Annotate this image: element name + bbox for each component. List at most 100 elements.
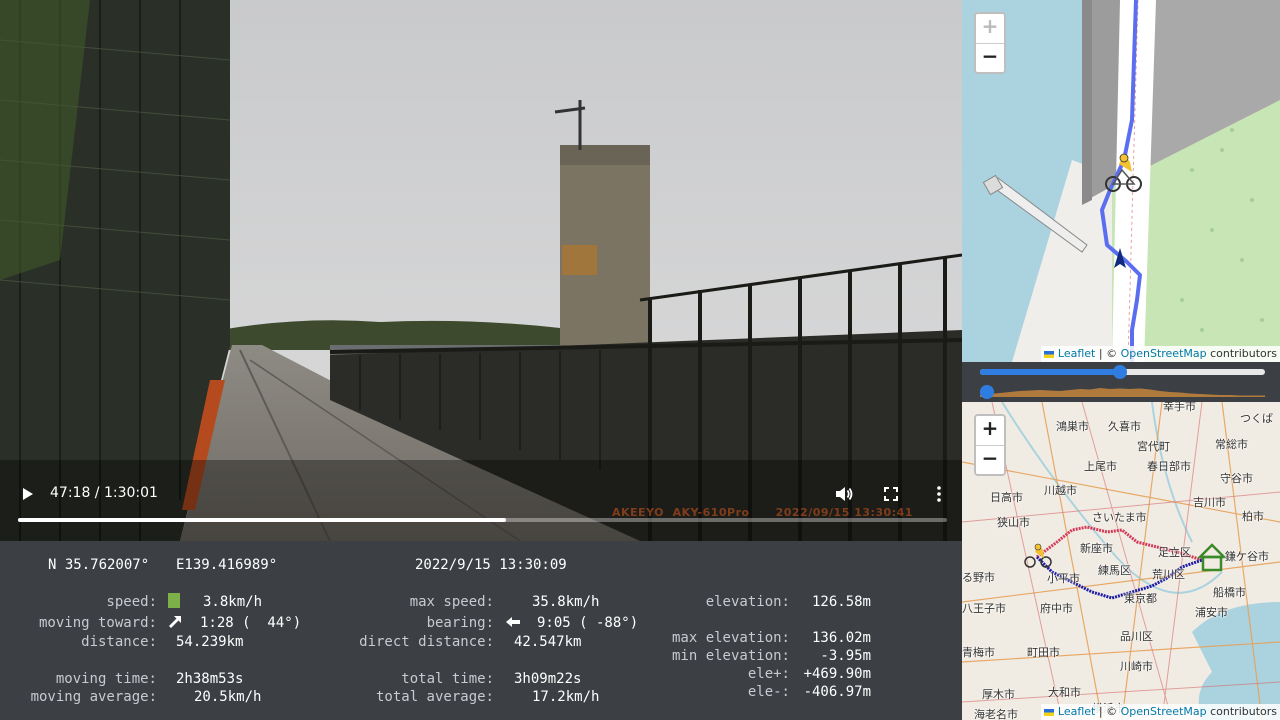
city-label: 久喜市 [1108,420,1141,433]
fullscreen-icon [884,487,898,501]
ukraine-flag-icon [1044,708,1055,716]
ele-plus-label: ele+: [747,666,790,682]
attribution-separator: | © [1095,347,1121,360]
fullscreen-button[interactable] [882,485,900,503]
city-label: 荒川区 [1152,568,1185,581]
city-label: 八王子市 [962,602,1006,615]
city-label: る野市 [962,571,995,584]
city-label: 狭山市 [997,516,1030,529]
city-label: 町田市 [1027,646,1060,659]
moving-toward-label: moving toward: [38,615,157,631]
city-label: 新座市 [1080,542,1113,555]
city-label: 春日部市 [1147,460,1191,473]
moving-time-label: moving time: [55,671,157,687]
video-player[interactable]: AKEEYO AKY-610Pro 2022/09/15 13:30:41 47… [0,0,962,541]
bearing-value: 9:05 ( -88°) [537,615,639,631]
attribution-suffix: contributors [1206,347,1277,360]
latitude: N 35.762007° [48,557,150,573]
arrow-west-icon [506,617,520,627]
datetime: 2022/9/15 13:30:09 [415,557,567,573]
city-label: 鴻巣市 [1056,420,1089,433]
moving-average-value: 20.5km/h [194,689,262,705]
elevation-profile[interactable] [980,387,1265,397]
distance-value: 54.239km [176,634,244,650]
speed-indicator [168,593,180,608]
ele-minus-value: -406.97m [803,684,871,700]
city-label: 川越市 [1044,484,1077,497]
video-progress-fill [18,518,506,522]
leaflet-link[interactable]: Leaflet [1058,347,1095,360]
city-label: 青梅市 [962,646,995,659]
max-speed-label: max speed: [409,594,494,610]
ele-minus-label: ele-: [747,684,790,700]
distance-label: distance: [81,634,157,650]
bearing-label: bearing: [426,615,494,631]
city-label: 吉川市 [1193,496,1226,509]
city-label: 川崎市 [1120,660,1153,673]
more-options-button[interactable] [930,484,948,504]
attribution-separator: | © [1095,705,1121,718]
max-elevation-value: 136.02m [811,630,871,646]
city-label: 日高市 [990,491,1023,504]
city-label: 品川区 [1120,630,1153,643]
detail-map[interactable]: + − Leaflet | © OpenStreetMap contributo… [962,0,1280,362]
total-average-value: 17.2km/h [532,689,600,705]
time-display: 47:18 / 1:30:01 [50,485,158,501]
osm-link[interactable]: OpenStreetMap [1121,347,1207,360]
city-label: 幸手市 [1163,402,1196,413]
min-elevation-value: -3.95m [820,648,871,664]
leaflet-link[interactable]: Leaflet [1058,705,1095,718]
elevation-value: 126.58m [811,594,871,610]
detail-map-tiles [962,0,1280,362]
longitude: E139.416989° [176,557,278,573]
city-label: 厚木市 [982,688,1015,701]
overview-map-attribution: Leaflet | © OpenStreetMap contributors [1041,704,1280,720]
max-speed-value: 35.8km/h [532,594,600,610]
city-label: 浦安市 [1195,606,1228,619]
city-label: 海老名市 [974,708,1018,720]
city-label: 府中市 [1040,602,1073,615]
city-label: 東京都 [1124,592,1157,605]
ukraine-flag-icon [1044,350,1055,358]
arrow-northeast-icon [169,616,181,628]
moving-average-label: moving average: [30,689,157,705]
overview-map[interactable]: 鴻巣市 久喜市 幸手市 つくば 宮代町 常総市 上尾市 春日部市 守谷市 日高市… [962,402,1280,720]
min-elevation-label: min elevation: [671,648,790,664]
total-average-label: total average: [375,689,494,705]
speed-label: speed: [106,594,157,610]
city-label: 足立区 [1158,546,1191,559]
volume-button[interactable] [834,484,854,504]
city-label: 宮代町 [1137,440,1170,453]
overview-zoom-control: + − [974,414,1006,476]
elevation-thumb[interactable] [980,385,994,399]
city-label: 守谷市 [1220,472,1253,485]
osm-link[interactable]: OpenStreetMap [1121,705,1207,718]
detail-zoom-control: + − [974,12,1006,74]
city-label: 練馬区 [1098,564,1131,577]
play-button[interactable] [18,483,38,505]
video-frame [0,0,962,541]
overview-zoom-in-button[interactable]: + [976,416,1004,445]
play-icon [23,488,33,500]
overview-zoom-out-button[interactable]: − [976,445,1004,474]
attribution-suffix: contributors [1206,705,1277,718]
moving-toward-value: 1:28 ( 44°) [200,615,302,631]
volume-icon [836,487,853,501]
city-label: 常総市 [1215,438,1248,451]
time-range-fill [980,369,1120,375]
direct-distance-value: 42.547km [514,634,582,650]
ele-plus-value: +469.90m [803,666,871,682]
speed-value: 3.8km/h [203,594,263,610]
stats-panel: N 35.762007° E139.416989° 2022/9/15 13:3… [0,541,962,720]
city-label: 大和市 [1048,686,1081,699]
time-range-slider[interactable] [980,365,1265,379]
direct-distance-label: direct distance: [359,634,494,650]
moving-time-value: 2h38m53s [176,671,244,687]
time-range-thumb[interactable] [1112,365,1127,379]
video-progress-bar[interactable] [18,518,947,522]
max-elevation-label: max elevation: [671,630,790,646]
timeline-controls [962,362,1280,402]
detail-zoom-out-button[interactable]: − [976,43,1004,72]
detail-zoom-in-button[interactable]: + [976,14,1004,43]
city-label: 鎌ケ谷市 [1225,550,1269,563]
